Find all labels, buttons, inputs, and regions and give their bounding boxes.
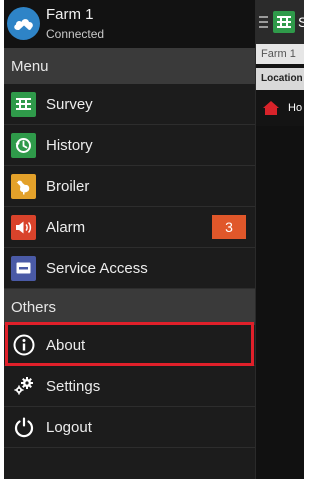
row-label: Ho <box>288 102 303 114</box>
alarm-count-badge: 3 <box>212 215 246 239</box>
menu-item-service-access[interactable]: Service Access <box>4 248 255 289</box>
menu-item-label: Alarm <box>46 218 86 236</box>
grid-icon <box>11 91 36 117</box>
table-row[interactable]: Ho <box>256 94 304 122</box>
menu-item-survey[interactable]: Survey <box>4 84 255 125</box>
service-card-icon <box>11 255 36 281</box>
menu-item-label: Service Access <box>46 259 148 277</box>
navigation-drawer: Farm 1 Connected Menu Survey History Bro… <box>4 0 256 479</box>
app-screen: S Farm 1 Location Ho Farm 1 Connected Me… <box>4 0 304 479</box>
main-toolbar: S <box>256 0 304 44</box>
menu-item-logout[interactable]: Logout <box>4 407 255 448</box>
breadcrumb: Farm 1 <box>256 44 304 64</box>
chicken-icon <box>11 173 36 199</box>
drawer-header[interactable]: Farm 1 Connected <box>4 0 255 48</box>
hamburger-icon[interactable] <box>259 16 268 28</box>
menu-item-label: History <box>46 136 93 154</box>
farm-name: Farm 1 <box>46 6 94 23</box>
section-header-menu: Menu <box>4 48 255 84</box>
menu-item-label: Logout <box>46 418 92 436</box>
menu-item-alarm[interactable]: Alarm 3 <box>4 207 255 248</box>
menu-item-label: Broiler <box>46 177 90 195</box>
cloud-farm-icon <box>7 7 40 40</box>
main-content-behind: S Farm 1 Location Ho <box>256 0 304 479</box>
speaker-alarm-icon <box>11 214 36 240</box>
section-header-others: Others <box>4 289 255 325</box>
menu-item-label: Survey <box>46 95 93 113</box>
menu-item-about[interactable]: About <box>4 325 255 366</box>
table-header-location: Location <box>256 68 304 90</box>
menu-item-label: About <box>46 336 86 354</box>
toolbar-title-fragment: S <box>298 14 304 30</box>
menu-item-label: Settings <box>46 377 101 395</box>
menu-item-broiler[interactable]: Broiler <box>4 166 255 207</box>
menu-item-history[interactable]: History <box>4 125 255 166</box>
gears-icon <box>11 374 36 399</box>
house-icon <box>263 101 279 115</box>
power-icon <box>11 415 36 440</box>
survey-toolbar-icon <box>273 11 295 33</box>
content-area <box>256 126 304 479</box>
clock-history-icon <box>11 132 36 158</box>
connection-status: Connected <box>46 27 105 41</box>
menu-item-settings[interactable]: Settings <box>4 366 255 407</box>
info-icon <box>11 333 36 358</box>
